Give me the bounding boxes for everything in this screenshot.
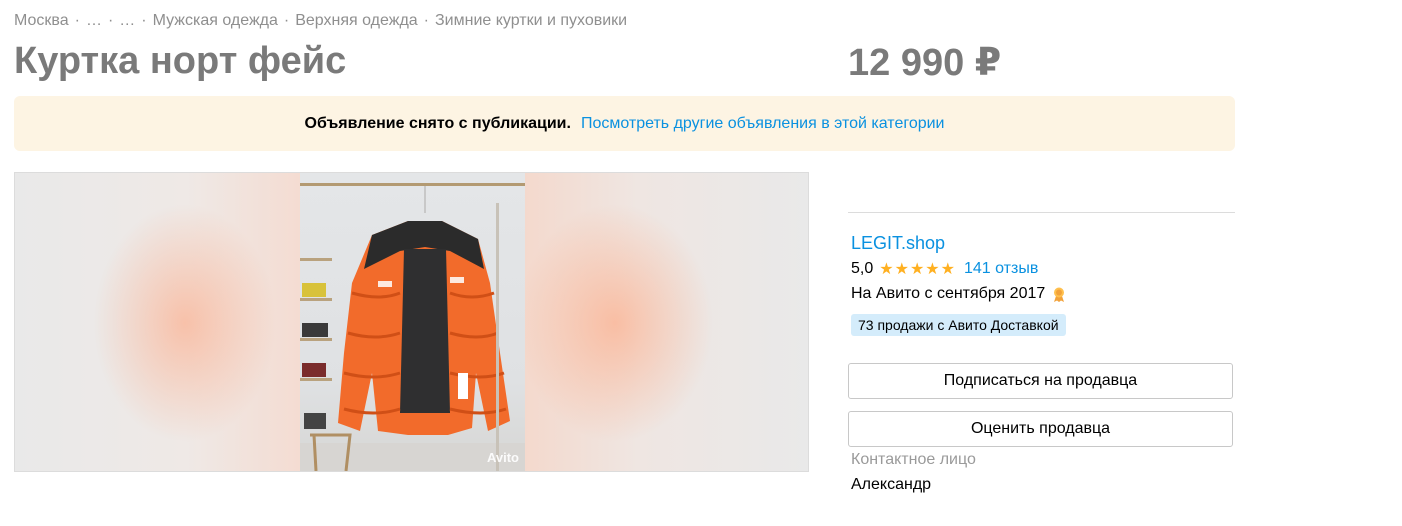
breadcrumb-item-outerwear[interactable]: Верхняя одежда bbox=[295, 12, 417, 29]
breadcrumb-separator: · bbox=[423, 12, 429, 29]
subscribe-seller-button[interactable]: Подписаться на продавца bbox=[848, 363, 1233, 399]
breadcrumb-item-winter-jackets[interactable]: Зимние куртки и пуховики bbox=[435, 12, 627, 29]
jacket-photo bbox=[300, 183, 525, 471]
breadcrumb-separator: · bbox=[107, 12, 114, 29]
main-photo[interactable]: Avito bbox=[300, 173, 525, 471]
medal-icon bbox=[1054, 287, 1065, 302]
seller-name-link[interactable]: LEGIT.shop bbox=[851, 233, 945, 254]
seller-since-text: На Авито с сентября 2017 bbox=[851, 285, 1046, 302]
rating-value: 5,0 bbox=[851, 260, 874, 277]
contact-person-label: Контактное лицо bbox=[851, 451, 976, 468]
rate-seller-button[interactable]: Оценить продавца bbox=[848, 411, 1233, 447]
reviews-link[interactable]: 141 отзыв bbox=[964, 260, 1038, 278]
photo-gallery[interactable]: Avito bbox=[14, 172, 809, 472]
seller-panel: LEGIT.shop 5,0 ★★★★★ 141 отзыв На Авито … bbox=[848, 212, 1235, 493]
contact-person-name: Александр bbox=[851, 476, 932, 493]
notice-text: Объявление снято с публикации. bbox=[304, 114, 571, 132]
delivery-sales-badge: 73 продажи с Авито Доставкой bbox=[851, 314, 1066, 336]
breadcrumb-item-city[interactable]: Москва bbox=[14, 12, 69, 29]
page-title: Куртка норт фейс bbox=[14, 40, 347, 82]
gallery-blur-right bbox=[525, 173, 808, 471]
breadcrumb-separator: · bbox=[283, 12, 290, 29]
breadcrumb-item-collapsed[interactable]: … bbox=[86, 12, 102, 29]
breadcrumb: Москва · … · … · Мужская одежда · Верхняя одежда… bbox=[14, 12, 627, 30]
other-listings-link[interactable]: Посмотреть другие объявления в этой кате… bbox=[581, 115, 945, 133]
avito-watermark: Avito bbox=[486, 450, 519, 465]
seller-since: На Авито с сентября 2017 bbox=[851, 285, 1067, 303]
unpublished-notice: Объявление снято с публикации. Посмотрет… bbox=[14, 96, 1235, 151]
gallery-blur-left bbox=[15, 173, 300, 471]
breadcrumb-item-collapsed[interactable]: … bbox=[119, 12, 135, 29]
item-price: 12 990 ₽ bbox=[848, 42, 1002, 84]
breadcrumb-separator: · bbox=[141, 12, 147, 29]
breadcrumb-item-mens-clothing[interactable]: Мужская одежда bbox=[153, 12, 278, 29]
rating-stars-icon: ★★★★★ bbox=[879, 261, 956, 278]
breadcrumb-separator: · bbox=[74, 12, 80, 29]
seller-rating: 5,0 ★★★★★ 141 отзыв bbox=[851, 259, 1038, 279]
